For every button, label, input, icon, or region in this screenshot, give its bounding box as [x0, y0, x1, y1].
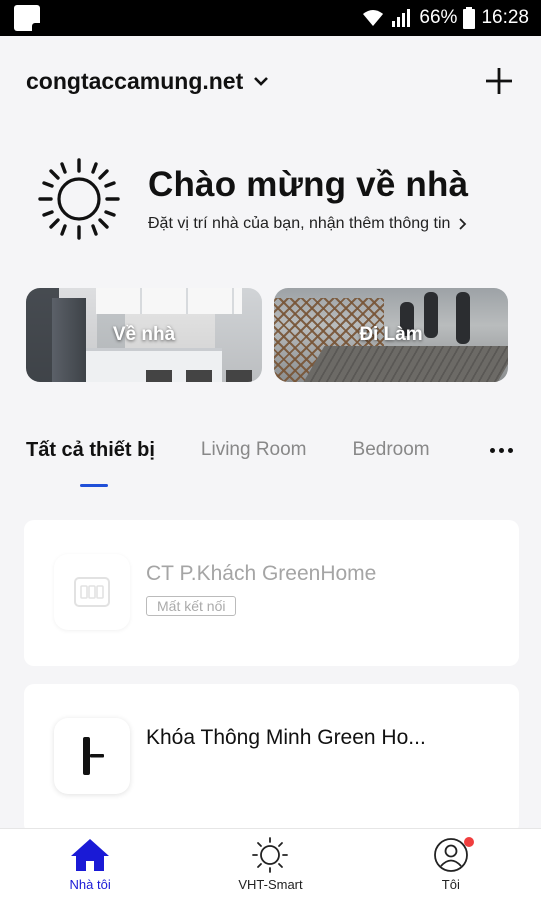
app-notification-icon [14, 5, 40, 31]
signal-icon [392, 9, 411, 27]
tab-indicator [80, 484, 108, 487]
set-location-link[interactable]: Đặt vị trí nhà của bạn, nhận thêm thông … [148, 215, 468, 233]
chevron-right-icon [459, 218, 467, 230]
nav-label: Nhà tôi [69, 877, 111, 892]
sun-icon [38, 158, 120, 240]
chevron-down-icon [254, 77, 269, 86]
welcome-banner: Chào mừng về nhà Đặt vị trí nhà của bạn,… [36, 154, 516, 244]
nav-me[interactable]: Tôi [376, 829, 526, 900]
room-tabs: Tất cả thiết bị Living Room Bedroom [26, 426, 516, 474]
home-icon [71, 839, 110, 871]
tab-all-devices[interactable]: Tất cả thiết bị [26, 439, 155, 462]
more-icon[interactable] [486, 436, 516, 464]
header: congtaccamung.net [0, 36, 541, 126]
notification-dot [463, 837, 474, 847]
nav-home[interactable]: Nhà tôi [15, 829, 165, 900]
device-name: CT P.Khách GreenHome [146, 562, 377, 585]
switch-panel-icon [54, 554, 130, 630]
scene-label: Về nhà [112, 324, 176, 345]
status-bar: 66% 16:28 [0, 0, 541, 36]
battery-percent: 66% [419, 7, 458, 28]
home-selector[interactable]: congtaccamung.net [26, 68, 269, 95]
device-card[interactable]: CT P.Khách GreenHome Mất kết nối [24, 520, 519, 666]
status-badge: Mất kết nối [146, 596, 237, 616]
clock: 16:28 [481, 7, 529, 28]
sun-icon [252, 837, 289, 873]
welcome-subtitle: Đặt vị trí nhà của bạn, nhận thêm thông … [148, 215, 451, 232]
plus-icon[interactable] [483, 65, 515, 97]
welcome-title: Chào mừng về nhà [148, 165, 469, 204]
nav-vht-smart[interactable]: VHT-Smart [195, 829, 345, 900]
tab-living-room[interactable]: Living Room [201, 439, 307, 461]
scene-card-home[interactable]: Về nhà [26, 288, 262, 382]
tab-bedroom[interactable]: Bedroom [353, 439, 430, 461]
battery-icon [463, 7, 476, 29]
door-lock-icon [54, 718, 130, 794]
nav-label: Tôi [441, 877, 460, 892]
scene-card-work[interactable]: Đi Làm [274, 288, 508, 382]
home-name: congtaccamung.net [26, 67, 244, 94]
device-name: Khóa Thông Minh Green Ho... [146, 726, 426, 749]
wifi-icon [363, 10, 384, 26]
nav-label: VHT-Smart [238, 877, 303, 892]
device-card[interactable]: Khóa Thông Minh Green Ho... [24, 684, 519, 834]
bottom-nav: Nhà tôi VHT-Smart Tôi [0, 828, 541, 900]
scene-label: Đi Làm [359, 324, 423, 345]
